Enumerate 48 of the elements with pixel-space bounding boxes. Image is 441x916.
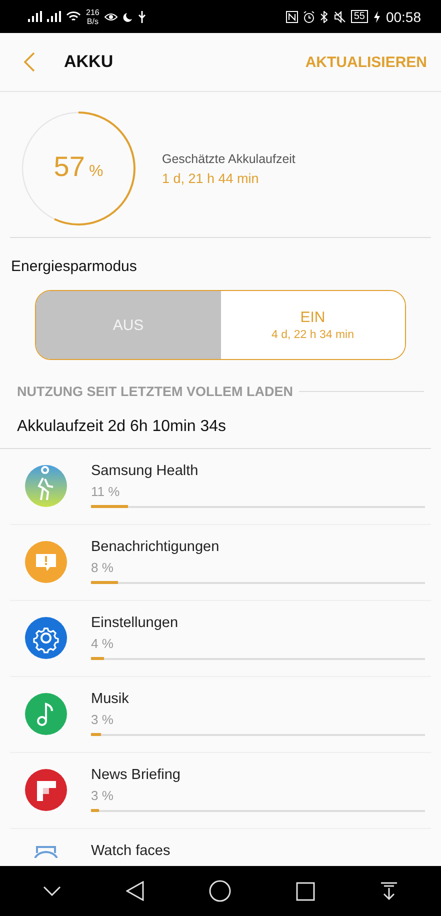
signal-icon bbox=[47, 11, 61, 22]
back-icon[interactable] bbox=[126, 881, 144, 901]
app-usage-row[interactable]: News Briefing 3 % bbox=[10, 753, 431, 829]
app-name: Samsung Health bbox=[91, 463, 198, 479]
signal-icon bbox=[28, 11, 42, 22]
battery-runtime: Akkulaufzeit 2d 6h 10min 34s bbox=[0, 399, 431, 449]
bluetooth-icon bbox=[320, 10, 329, 22]
network-speed-unit: B/s bbox=[86, 16, 98, 26]
battery-percent: 57% bbox=[52, 151, 104, 183]
usage-percent: 11 % bbox=[91, 484, 120, 499]
alarm-icon bbox=[302, 10, 315, 22]
estimate-label: Geschätzte Akkulaufzeit bbox=[162, 152, 296, 166]
home-icon[interactable] bbox=[208, 880, 231, 902]
clock: 00:58 bbox=[386, 8, 421, 24]
usage-percent: 4 % bbox=[91, 636, 114, 651]
moon-icon bbox=[123, 12, 134, 22]
section-heading: NUTZUNG SEIT LETZTEM VOLLEM LADEN bbox=[17, 384, 293, 399]
settings-icon bbox=[25, 617, 67, 659]
app-usage-row[interactable]: Einstellungen 4 % bbox=[10, 601, 431, 677]
app-usage-row[interactable]: Samsung Health 11 % bbox=[10, 449, 431, 525]
network-speed: 216 bbox=[86, 8, 100, 16]
usage-percent: 8 % bbox=[91, 560, 114, 575]
music-note-icon bbox=[25, 693, 67, 735]
news-briefing-icon bbox=[25, 769, 67, 811]
usb-icon bbox=[138, 10, 146, 22]
battery-level: 55 bbox=[350, 10, 368, 23]
app-usage-row[interactable]: Benachrichtigungen 8 % bbox=[10, 525, 431, 601]
page-title: AKKU bbox=[64, 52, 114, 72]
usage-percent: 3 % bbox=[91, 712, 114, 727]
charging-icon bbox=[372, 10, 381, 22]
app-name: Watch faces bbox=[91, 843, 170, 859]
wifi-icon bbox=[66, 10, 81, 22]
app-name: Einstellungen bbox=[91, 615, 178, 631]
mute-icon bbox=[334, 10, 346, 22]
alert-message-icon bbox=[25, 541, 67, 583]
section-title: Energiesparmodus bbox=[10, 257, 138, 277]
eye-icon bbox=[104, 12, 118, 22]
recents-icon[interactable] bbox=[296, 882, 316, 900]
nfc-icon bbox=[286, 10, 298, 22]
app-usage-row[interactable]: Musik 3 % bbox=[10, 677, 431, 753]
chevron-down-icon[interactable] bbox=[42, 886, 61, 896]
app-name: Musik bbox=[91, 691, 129, 707]
app-name: News Briefing bbox=[91, 767, 180, 783]
usage-percent: 3 % bbox=[91, 788, 114, 803]
pull-down-icon[interactable] bbox=[380, 882, 398, 900]
runner-icon bbox=[25, 465, 67, 507]
app-name: Benachrichtigungen bbox=[91, 539, 220, 555]
estimate-value: 1 d, 21 h 44 min bbox=[162, 170, 260, 186]
